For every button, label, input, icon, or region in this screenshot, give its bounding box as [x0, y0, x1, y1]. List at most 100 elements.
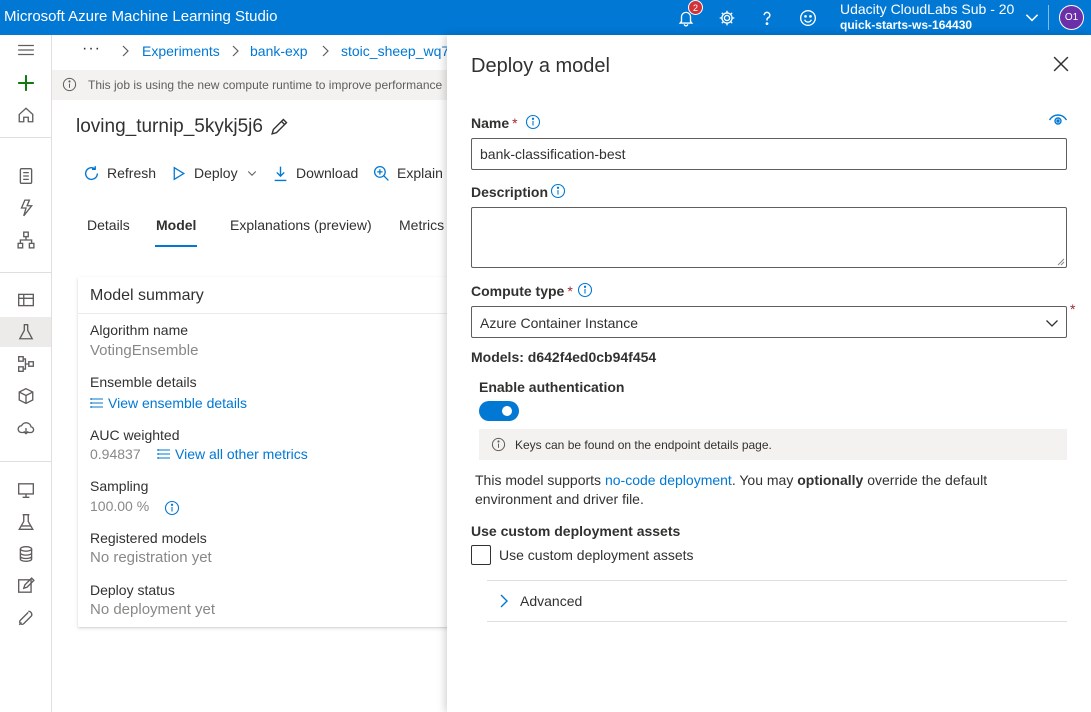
- description-input[interactable]: [471, 207, 1067, 268]
- datastores-icon: [19, 546, 32, 562]
- refresh-label: Refresh: [107, 165, 157, 181]
- edit-icon[interactable]: [269, 117, 289, 137]
- refresh-button[interactable]: Refresh: [83, 162, 156, 184]
- breadcrumb-run[interactable]: stoic_sheep_wq78: [341, 43, 457, 59]
- custom-assets-checkbox[interactable]: [471, 545, 491, 565]
- notifications-button[interactable]: 2: [672, 0, 703, 31]
- nav-divider: [0, 137, 51, 138]
- explain-button[interactable]: Explain m: [373, 162, 458, 184]
- nav-divider: [0, 461, 51, 462]
- info-icon[interactable]: [164, 500, 180, 516]
- tab-explanations[interactable]: Explanations (preview): [230, 217, 372, 233]
- auth-toggle[interactable]: [479, 401, 519, 421]
- resize-grip-icon[interactable]: [1055, 256, 1065, 266]
- compute-type-label: Compute type *: [471, 283, 573, 299]
- nav-environments[interactable]: [0, 507, 51, 537]
- info-icon: [62, 77, 77, 92]
- name-input[interactable]: [471, 138, 1067, 170]
- info-bar: This job is using the new compute runtim…: [52, 70, 447, 100]
- info-bar-text: This job is using the new compute runtim…: [88, 78, 443, 92]
- breadcrumb-overflow[interactable]: ···: [82, 40, 101, 58]
- nav-create-new[interactable]: [0, 68, 51, 98]
- sampling-value: 100.00 %: [90, 498, 150, 514]
- required-marker: *: [1070, 301, 1076, 317]
- subscription-name: Udacity CloudLabs Sub - 20: [840, 1, 1015, 17]
- info-icon[interactable]: [577, 282, 593, 298]
- deploy-status-value: No deployment yet: [90, 601, 216, 618]
- view-ensemble-link[interactable]: View ensemble details: [90, 395, 247, 411]
- smiley-icon: [800, 9, 816, 26]
- download-button[interactable]: Download: [272, 162, 358, 184]
- nav-datastores[interactable]: [0, 539, 51, 569]
- breadcrumb: ··· Experiments bank-exp stoic_sheep_wq7…: [52, 36, 457, 66]
- no-code-deployment-link[interactable]: no-code deployment: [605, 472, 732, 488]
- chevron-right-icon: [500, 594, 508, 608]
- custom-assets-checkbox-label[interactable]: Use custom deployment assets: [499, 547, 694, 563]
- help-button[interactable]: [753, 4, 781, 31]
- info-icon: [491, 437, 506, 452]
- ensemble-label: Ensemble details: [90, 374, 197, 390]
- registered-label: Registered models: [90, 530, 207, 546]
- nav-pipelines[interactable]: [0, 349, 51, 379]
- designer-icon: [16, 231, 35, 249]
- eye-icon[interactable]: [1048, 112, 1068, 128]
- nav-notebooks[interactable]: [0, 161, 51, 191]
- list-icon: [90, 398, 103, 408]
- compute-type-dropdown[interactable]: Azure Container Instance: [471, 306, 1067, 338]
- nav-linked-services[interactable]: [0, 603, 51, 633]
- top-bar: Microsoft Azure Machine Learning Studio …: [0, 0, 1091, 35]
- chevron-right-icon: [122, 45, 129, 57]
- auth-message-bar: Keys can be found on the endpoint detail…: [479, 429, 1067, 460]
- topbar-divider: [1048, 5, 1049, 30]
- nav-endpoints[interactable]: [0, 413, 51, 443]
- nav-experiments[interactable]: [0, 317, 51, 347]
- breadcrumb-experiment[interactable]: bank-exp: [250, 43, 308, 59]
- pipelines-icon: [17, 356, 34, 372]
- info-icon[interactable]: [550, 183, 566, 199]
- view-ensemble-text: View ensemble details: [108, 395, 248, 411]
- model-summary-card: Model summary Algorithm name VotingEnsem…: [78, 277, 458, 627]
- tab-details[interactable]: Details: [87, 217, 130, 233]
- advanced-divider: [487, 621, 1067, 622]
- close-icon[interactable]: [1051, 54, 1071, 74]
- feedback-button[interactable]: [794, 4, 822, 31]
- app-title[interactable]: Microsoft Azure Machine Learning Studio: [4, 8, 277, 25]
- page-title: loving_turnip_5kykj5j6: [76, 116, 263, 137]
- explain-icon: [373, 165, 389, 181]
- name-label: Name *: [471, 115, 518, 131]
- view-metrics-text: View all other metrics: [175, 446, 308, 462]
- required-marker: *: [512, 115, 518, 131]
- advanced-expander[interactable]: Advanced: [487, 581, 1067, 621]
- nav-datasets[interactable]: [0, 285, 51, 315]
- tab-model[interactable]: Model: [156, 217, 196, 233]
- chevron-right-icon: [232, 45, 239, 57]
- nav-compute[interactable]: [0, 475, 51, 505]
- breadcrumb-experiments[interactable]: Experiments: [142, 43, 220, 59]
- tab-metrics[interactable]: Metrics: [399, 217, 444, 233]
- required-marker: *: [567, 283, 573, 299]
- card-divider: [78, 313, 458, 314]
- environments-icon: [17, 514, 34, 530]
- deploy-button[interactable]: Deploy: [170, 162, 265, 184]
- chevron-down-icon: [1025, 14, 1039, 22]
- avatar[interactable]: O1: [1059, 5, 1084, 30]
- nav-data-labeling[interactable]: [0, 571, 51, 601]
- nav-designer[interactable]: [0, 225, 51, 255]
- active-tab-indicator: [155, 245, 197, 247]
- subscription-selector[interactable]: Udacity CloudLabs Sub - 20 quick-starts-…: [840, 0, 1039, 35]
- chevron-down-icon: [247, 171, 256, 176]
- nav-menu-button[interactable]: [0, 35, 51, 65]
- deploy-panel: Deploy a model Name* Description Compute…: [447, 35, 1091, 712]
- datasets-icon: [17, 293, 34, 307]
- nav-home[interactable]: [0, 100, 51, 130]
- notebook-icon: [19, 168, 32, 184]
- advanced-label: Advanced: [520, 593, 583, 609]
- nav-models[interactable]: [0, 381, 51, 411]
- compute-type-label-text: Compute type: [471, 283, 565, 299]
- info-icon[interactable]: [525, 114, 541, 130]
- view-metrics-link[interactable]: View all other metrics: [157, 446, 308, 462]
- nav-automl[interactable]: [0, 193, 51, 223]
- settings-button[interactable]: [713, 4, 741, 31]
- compute-type-value: Azure Container Instance: [480, 315, 638, 331]
- panel-title: Deploy a model: [471, 55, 610, 77]
